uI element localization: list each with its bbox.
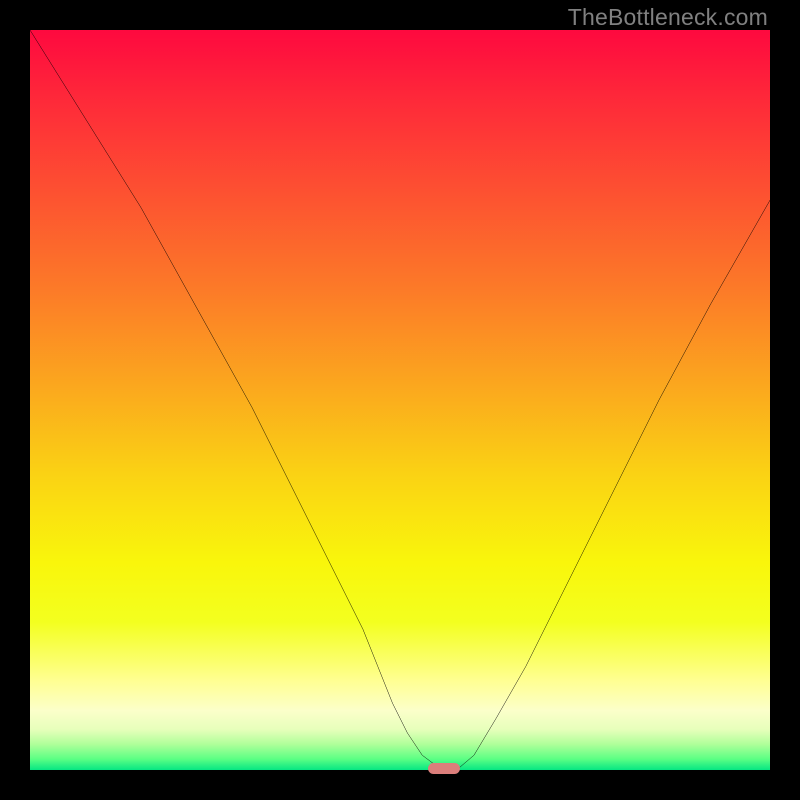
trough-marker: [428, 763, 460, 774]
plot-area: [30, 30, 770, 770]
watermark-text: TheBottleneck.com: [568, 4, 768, 31]
curve-line: [30, 30, 770, 769]
curve-plot: [30, 30, 770, 770]
chart-frame: TheBottleneck.com: [0, 0, 800, 800]
